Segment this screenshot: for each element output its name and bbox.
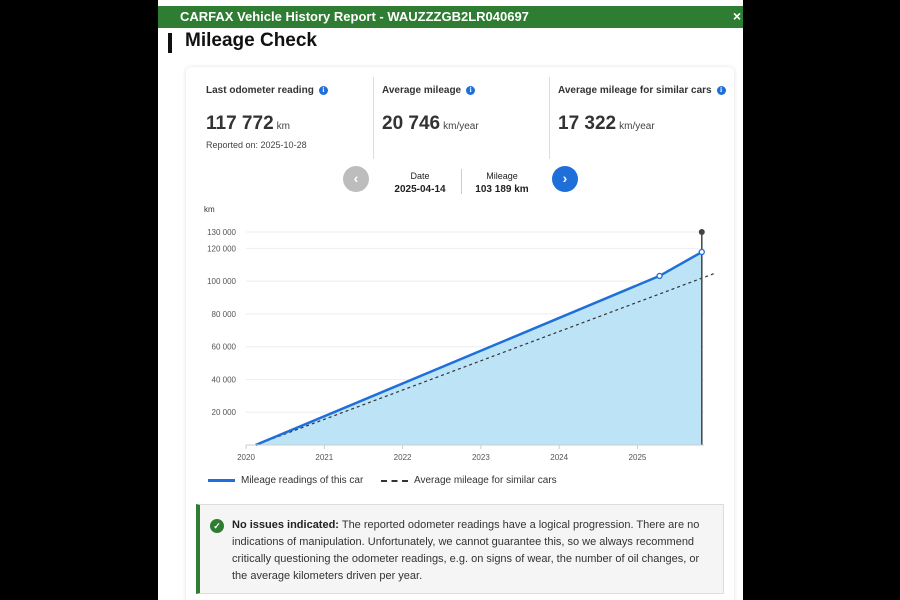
report-header: CARFAX Vehicle History Report - WAUZZZGB… — [158, 6, 743, 28]
y-tick-label: 40 000 — [212, 375, 237, 384]
mileage-card: Last odometer reading i 117 772 km Reporte… — [186, 67, 734, 600]
legend-solid-swatch — [208, 479, 235, 482]
legend-label: Mileage readings of this car — [241, 475, 364, 486]
y-axis-unit-label: km — [204, 205, 215, 214]
y-tick-label: 120 000 — [207, 244, 236, 253]
legend-item-this-car: Mileage readings of this car — [208, 475, 363, 486]
check-circle-icon: ✓ — [210, 519, 224, 533]
legend-dashed-swatch — [381, 479, 408, 482]
alert-title: No issues indicated: — [232, 519, 339, 531]
close-icon[interactable]: × — [733, 8, 741, 24]
report-title: CARFAX Vehicle History Report - WAUZZZGB… — [180, 9, 529, 24]
legend-label: Average mileage for similar cars — [414, 475, 557, 486]
current-reading-marker-dot — [698, 229, 705, 235]
x-tick-label: 2023 — [472, 453, 490, 462]
x-tick-label: 2021 — [315, 453, 333, 462]
y-tick-label: 100 000 — [207, 277, 236, 286]
status-alert: ✓ No issues indicated: The reported odom… — [196, 504, 724, 594]
x-tick-label: 2025 — [629, 453, 647, 462]
y-tick-label: 20 000 — [212, 408, 237, 417]
x-tick-label: 2022 — [394, 453, 412, 462]
section-accent-bar — [168, 33, 172, 53]
y-tick-label: 130 000 — [207, 228, 236, 237]
y-tick-label: 80 000 — [212, 310, 237, 319]
y-tick-label: 60 000 — [212, 343, 237, 352]
x-tick-label: 2020 — [237, 453, 255, 462]
x-tick-label: 2024 — [550, 453, 568, 462]
alert-text: No issues indicated: The reported odomet… — [232, 517, 717, 585]
reading-point — [656, 272, 663, 280]
report-page: CARFAX Vehicle History Report - WAUZZZGB… — [158, 0, 743, 600]
section-title: Mileage Check — [185, 30, 317, 51]
legend-item-similar-cars: Average mileage for similar cars — [381, 475, 557, 486]
mileage-chart: km 20 000 40 000 60 000 80 000 100 000 120 000… — [204, 205, 716, 462]
reading-point — [698, 248, 705, 256]
